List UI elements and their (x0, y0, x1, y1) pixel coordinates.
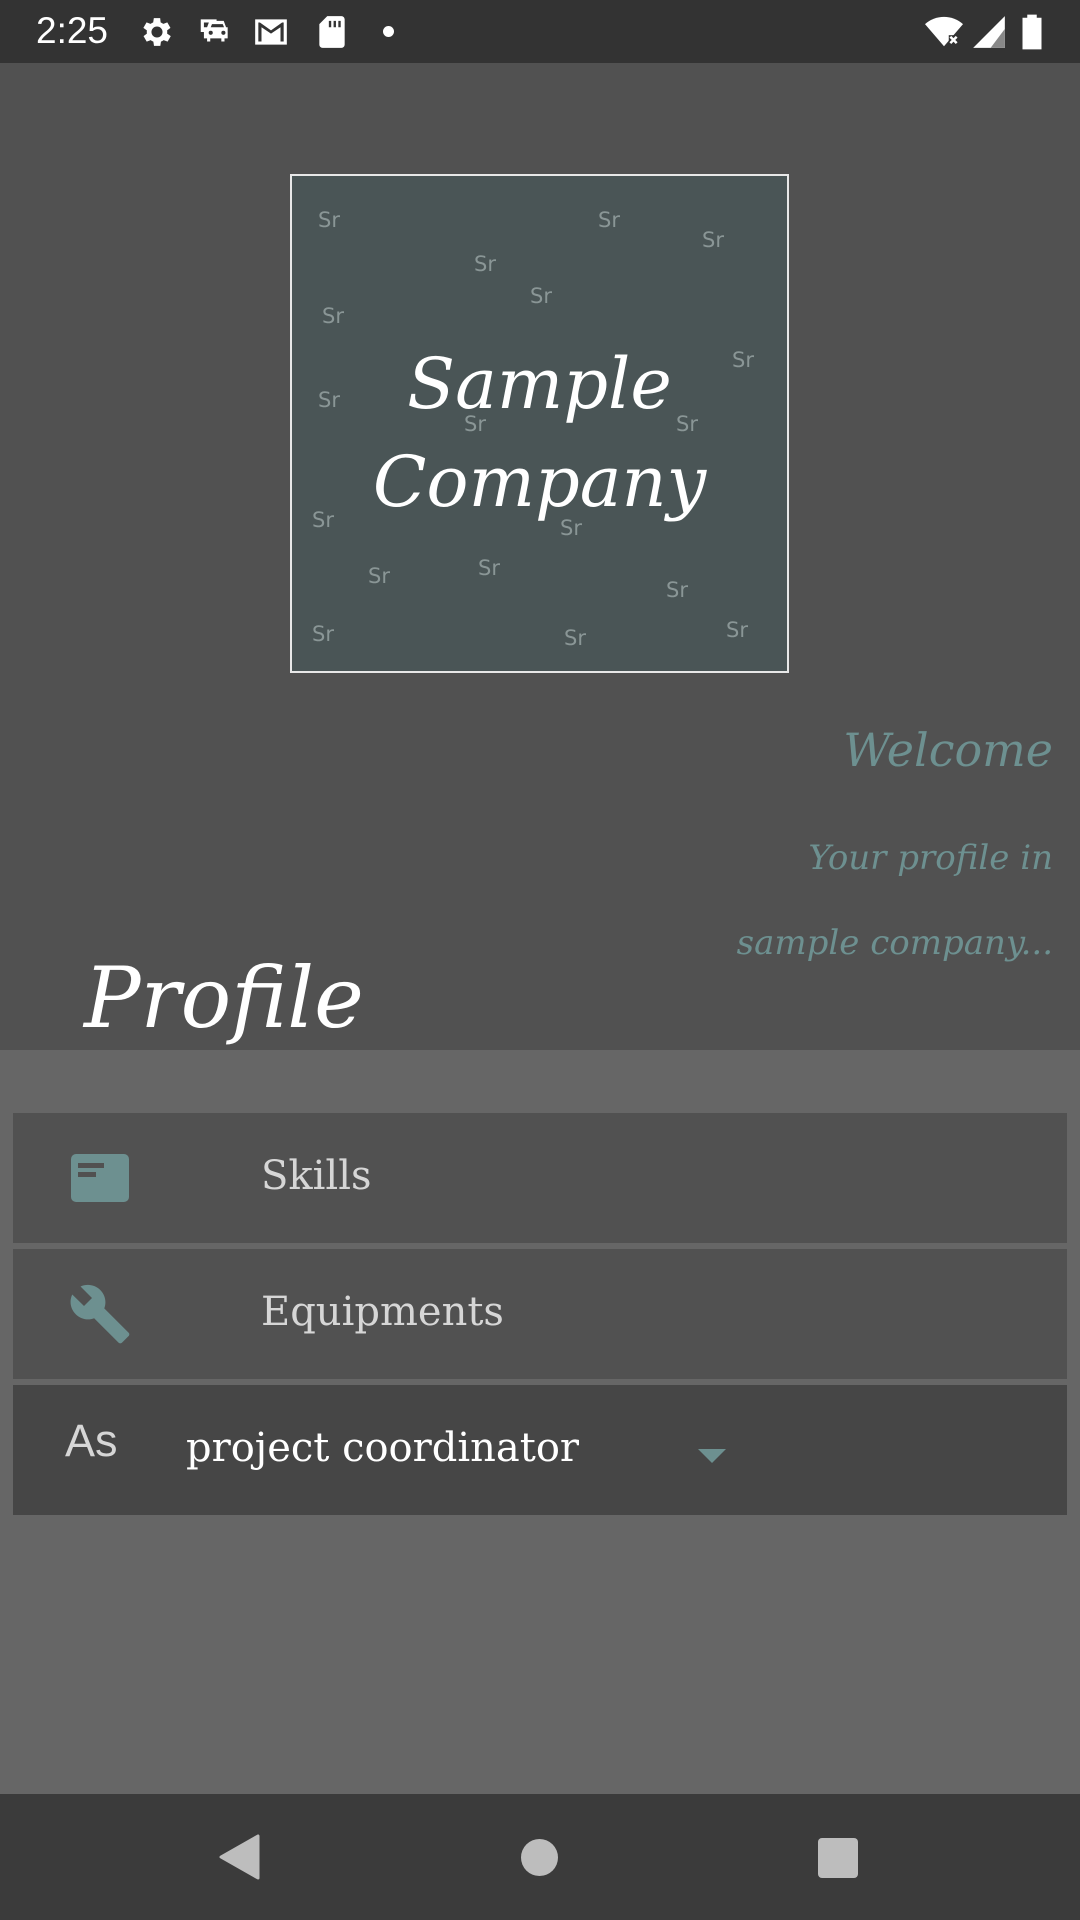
car-icon (200, 19, 228, 42)
notification-dot (383, 26, 394, 37)
tagline-line1: Your profile in (808, 838, 1053, 878)
role-selected-value: project coordinator (186, 1425, 580, 1471)
logo-watermark: Sr (666, 578, 688, 602)
role-prefix-label: As (65, 1415, 118, 1466)
wrench-icon (70, 1284, 130, 1344)
company-logo: Sr Sr Sr Sr Sr Sr Sr Sr Sr Sr Sr Sr Sr S… (290, 174, 789, 673)
menu-item-skills[interactable]: Skills (13, 1113, 1067, 1243)
gmail-icon (255, 19, 287, 45)
tagline-line2: sample company... (736, 923, 1053, 963)
logo-text-line2: Company (372, 441, 707, 523)
home-icon[interactable] (521, 1839, 558, 1876)
battery-icon (1022, 14, 1042, 50)
logo-watermark: Sr (702, 228, 724, 252)
chevron-down-icon (698, 1449, 726, 1463)
logo-watermark: Sr (726, 618, 748, 642)
logo-watermark: Sr (530, 284, 552, 308)
role-row: As project coordinator (13, 1385, 1067, 1515)
status-time: 2:25 (36, 10, 109, 51)
logo-watermark: Sr (368, 564, 390, 588)
logo-watermark: Sr (322, 304, 344, 328)
profile-header: Sr Sr Sr Sr Sr Sr Sr Sr Sr Sr Sr Sr Sr S… (0, 63, 1080, 1050)
logo-watermark: Sr (478, 556, 500, 580)
settings-icon (143, 18, 171, 46)
logo-watermark: Sr (564, 626, 586, 650)
card-icon (71, 1154, 129, 1202)
logo-text-line1: Sample (407, 343, 672, 425)
signal-icon (973, 16, 1005, 48)
menu-item-label: Equipments (261, 1289, 504, 1335)
role-dropdown[interactable]: project coordinator (186, 1415, 746, 1485)
logo-watermark: Sr (318, 208, 340, 232)
logo-watermark: Sr (598, 208, 620, 232)
logo-watermark: Sr (474, 252, 496, 276)
sd-card-icon (319, 16, 345, 48)
logo-watermark: Sr (312, 622, 334, 646)
status-bar: 2:25 (0, 0, 1080, 63)
system-nav-bar (0, 1794, 1080, 1920)
menu-item-label: Skills (261, 1153, 372, 1199)
wifi-icon (925, 16, 963, 47)
page-title: Profile (84, 949, 364, 1047)
welcome-text: Welcome (843, 723, 1053, 777)
menu-item-equipments[interactable]: Equipments (13, 1249, 1067, 1379)
back-icon[interactable] (218, 1834, 260, 1880)
recents-icon[interactable] (818, 1838, 858, 1878)
